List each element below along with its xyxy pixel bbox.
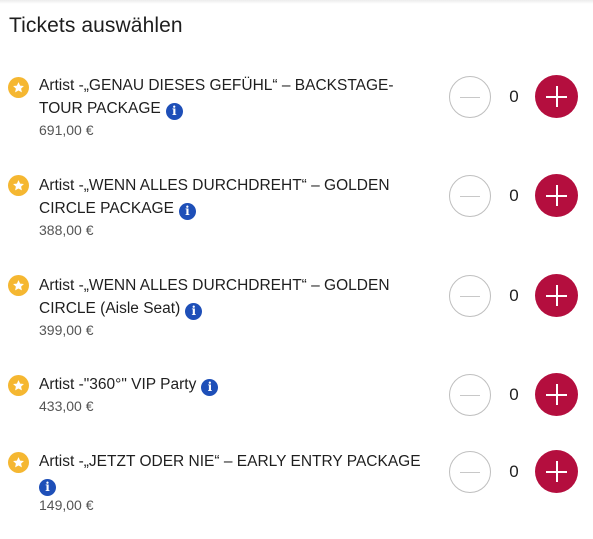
ticket-name: Artist -„JETZT ODER NIE“ – EARLY ENTRY P… — [39, 450, 431, 496]
increase-quantity-button[interactable] — [535, 274, 578, 317]
decrease-quantity-button[interactable] — [449, 275, 491, 317]
top-divider — [0, 0, 593, 4]
ticket-name-text: Artist -„GENAU DIESES GEFÜHL“ – BACKSTAG… — [39, 77, 394, 117]
ticket-name-text: Artist -„WENN ALLES DURCHDREHT“ – GOLDEN… — [39, 277, 390, 317]
info-icon[interactable]: i — [185, 302, 203, 320]
decrease-quantity-button[interactable] — [449, 374, 491, 416]
ticket-quantity: 0 — [509, 186, 519, 205]
ticket-name: Artist -„GENAU DIESES GEFÜHL“ – BACKSTAG… — [39, 74, 404, 120]
decrease-quantity-button[interactable] — [449, 76, 491, 118]
ticket-price: 691,00 € — [39, 122, 94, 138]
ticket-price: 433,00 € — [39, 398, 94, 414]
star-icon — [8, 375, 29, 396]
ticket-quantity: 0 — [509, 385, 519, 404]
decrease-quantity-button[interactable] — [449, 175, 491, 217]
ticket-price: 388,00 € — [39, 222, 94, 238]
increase-quantity-button[interactable] — [535, 174, 578, 217]
page-title: Tickets auswählen — [9, 14, 183, 37]
decrease-quantity-button[interactable] — [449, 451, 491, 493]
increase-quantity-button[interactable] — [535, 450, 578, 493]
info-icon[interactable]: i — [39, 478, 56, 496]
ticket-quantity: 0 — [509, 87, 519, 106]
ticket-name-text: Artist -"360°" VIP Party — [39, 376, 197, 393]
info-icon[interactable]: i — [165, 102, 183, 120]
ticket-name: Artist -"360°" VIP Party i — [39, 373, 414, 396]
star-icon — [8, 77, 29, 98]
ticket-quantity: 0 — [509, 286, 519, 305]
star-icon — [8, 275, 29, 296]
ticket-name-text: Artist -„WENN ALLES DURCHDREHT“ – GOLDEN… — [39, 177, 390, 217]
ticket-quantity: 0 — [509, 462, 519, 481]
ticket-price: 399,00 € — [39, 322, 94, 338]
info-icon[interactable]: i — [178, 202, 196, 220]
info-icon[interactable]: i — [201, 378, 219, 396]
ticket-price: 149,00 € — [39, 497, 94, 513]
increase-quantity-button[interactable] — [535, 373, 578, 416]
ticket-selection-page: Tickets auswählen Artist -„GENAU DIESES … — [0, 0, 593, 539]
ticket-name: Artist -„WENN ALLES DURCHDREHT“ – GOLDEN… — [39, 174, 414, 220]
increase-quantity-button[interactable] — [535, 75, 578, 118]
ticket-name-text: Artist -„JETZT ODER NIE“ – EARLY ENTRY P… — [39, 453, 421, 470]
ticket-name: Artist -„WENN ALLES DURCHDREHT“ – GOLDEN… — [39, 274, 414, 320]
star-icon — [8, 452, 29, 473]
star-icon — [8, 175, 29, 196]
